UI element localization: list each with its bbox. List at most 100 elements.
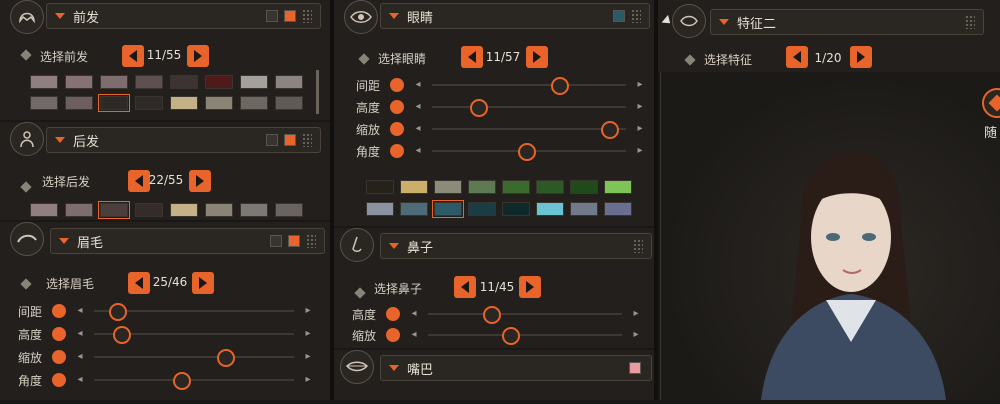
decrease-icon[interactable]: ◂ [74, 305, 86, 317]
color-swatch[interactable] [604, 180, 632, 194]
color-swatch[interactable] [366, 180, 394, 194]
drag-handle-icon[interactable] [302, 9, 312, 23]
slider-thumb[interactable] [518, 143, 537, 161]
slider-thumb[interactable] [217, 349, 235, 367]
reset-icon[interactable] [390, 100, 404, 114]
slider-track[interactable] [432, 84, 626, 86]
slider-thumb[interactable] [551, 77, 570, 95]
palette-scrollbar[interactable] [316, 70, 319, 114]
reset-icon[interactable] [390, 122, 404, 136]
color-swatch[interactable] [240, 96, 268, 110]
prev-button[interactable] [454, 276, 476, 298]
color-swatch[interactable] [240, 75, 268, 89]
decrease-icon[interactable]: ◂ [74, 374, 86, 386]
drag-handle-icon[interactable] [631, 9, 641, 23]
slider-track[interactable] [428, 313, 622, 315]
slider-thumb[interactable] [601, 121, 620, 139]
color-swatch[interactable] [502, 202, 530, 216]
color-swatch[interactable] [100, 75, 128, 89]
increase-icon[interactable]: ▸ [634, 145, 646, 157]
decrease-icon[interactable]: ◂ [412, 145, 424, 157]
back-hair-header[interactable]: 后发 [46, 127, 321, 153]
mouth-header[interactable]: 嘴巴 [380, 355, 652, 381]
next-button[interactable] [850, 46, 872, 68]
increase-icon[interactable]: ▸ [634, 79, 646, 91]
next-button[interactable] [192, 272, 214, 294]
decrease-icon[interactable]: ◂ [408, 308, 420, 320]
color-swatch[interactable] [400, 180, 428, 194]
color-swatch[interactable] [98, 94, 130, 112]
color-swatch[interactable] [65, 203, 93, 217]
color-swatch[interactable] [30, 75, 58, 89]
eyes-header[interactable]: 眼睛 [380, 3, 650, 29]
color-swatch[interactable] [434, 180, 462, 194]
increase-icon[interactable]: ▸ [302, 351, 314, 363]
color-swatch[interactable] [205, 75, 233, 89]
increase-icon[interactable]: ▸ [302, 374, 314, 386]
color-swatch[interactable] [570, 202, 598, 216]
color-swatch[interactable] [170, 203, 198, 217]
character-preview[interactable] [660, 72, 1000, 400]
increase-icon[interactable]: ▸ [302, 328, 314, 340]
color-swatch[interactable] [135, 96, 163, 110]
slider-thumb[interactable] [469, 99, 488, 117]
reset-icon[interactable] [52, 327, 66, 341]
decrease-icon[interactable]: ◂ [412, 101, 424, 113]
slider-track[interactable] [428, 334, 622, 336]
color-swatch[interactable] [266, 10, 278, 22]
color-swatch[interactable] [270, 235, 282, 247]
drag-handle-icon[interactable] [302, 133, 312, 147]
increase-icon[interactable]: ▸ [302, 305, 314, 317]
drag-handle-icon[interactable] [965, 15, 975, 29]
slider-track[interactable] [94, 379, 294, 381]
increase-icon[interactable]: ▸ [634, 123, 646, 135]
color-swatch[interactable] [536, 180, 564, 194]
color-swatch[interactable] [468, 180, 496, 194]
color-swatch[interactable] [502, 180, 530, 194]
feature2-header[interactable]: 特征二 [710, 9, 984, 35]
color-swatch[interactable] [536, 202, 564, 216]
color-swatch[interactable] [98, 201, 130, 219]
drag-handle-icon[interactable] [633, 239, 643, 253]
reset-icon[interactable] [390, 144, 404, 158]
color-swatch[interactable] [400, 202, 428, 216]
color-swatch[interactable] [266, 134, 278, 146]
lip-color-swatch[interactable] [629, 362, 641, 374]
color-swatch[interactable] [275, 96, 303, 110]
color-swatch-active[interactable] [284, 10, 296, 22]
decrease-icon[interactable]: ◂ [412, 79, 424, 91]
color-swatch[interactable] [135, 75, 163, 89]
next-button[interactable] [187, 45, 209, 67]
next-button[interactable] [526, 46, 548, 68]
reset-icon[interactable] [390, 78, 404, 92]
color-swatch[interactable] [205, 203, 233, 217]
color-swatch[interactable] [570, 180, 598, 194]
slider-thumb[interactable] [173, 372, 191, 390]
nose-header[interactable]: 鼻子 [380, 233, 652, 259]
color-swatch[interactable] [30, 203, 58, 217]
drag-handle-icon[interactable] [306, 234, 316, 248]
increase-icon[interactable]: ▸ [630, 329, 642, 341]
decrease-icon[interactable]: ◂ [412, 123, 424, 135]
color-swatch[interactable] [468, 202, 496, 216]
color-swatch[interactable] [604, 202, 632, 216]
slider-thumb[interactable] [502, 327, 521, 345]
next-button[interactable] [519, 276, 541, 298]
slider-thumb[interactable] [109, 303, 127, 321]
slider-track[interactable] [94, 356, 294, 358]
color-swatch[interactable] [205, 96, 233, 110]
eyebrow-header[interactable]: 眉毛 [50, 228, 325, 254]
decrease-icon[interactable]: ◂ [74, 328, 86, 340]
reset-icon[interactable] [52, 350, 66, 364]
color-swatch[interactable] [275, 203, 303, 217]
color-swatch[interactable] [65, 75, 93, 89]
front-hair-header[interactable]: 前发 [46, 3, 321, 29]
next-button[interactable] [189, 170, 211, 192]
color-swatch[interactable] [170, 75, 198, 89]
eye-color-swatch[interactable] [613, 10, 625, 22]
color-swatch[interactable] [30, 96, 58, 110]
color-swatch[interactable] [366, 202, 394, 216]
color-swatch[interactable] [170, 96, 198, 110]
slider-track[interactable] [432, 106, 626, 108]
color-swatch[interactable] [275, 75, 303, 89]
